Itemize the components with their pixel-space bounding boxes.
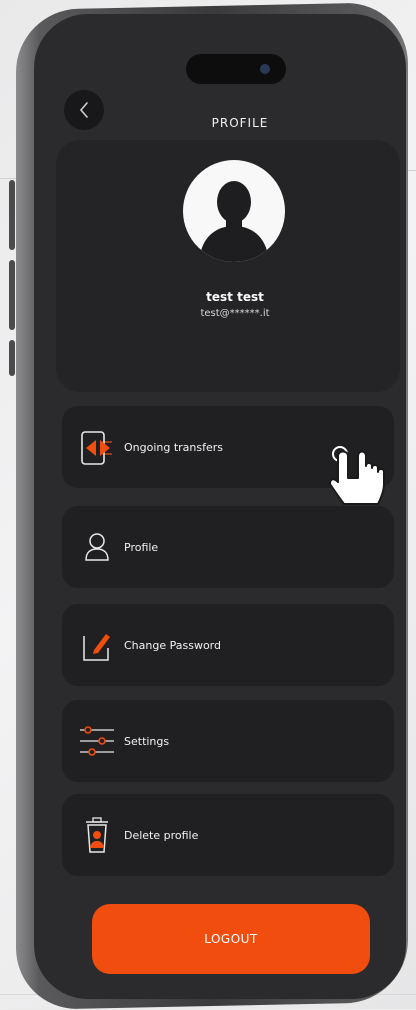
phone-side-button	[9, 180, 15, 250]
back-button[interactable]	[64, 90, 104, 130]
phone-transfer-icon	[81, 431, 112, 465]
page-title: PROFILE	[211, 116, 269, 130]
menu-item-change-password[interactable]: Change Password	[62, 604, 394, 686]
logout-button[interactable]: LOGOUT	[92, 904, 370, 974]
menu-item-label: Delete profile	[124, 828, 199, 842]
menu-item-profile[interactable]: Profile	[62, 506, 394, 588]
sliders-icon	[80, 726, 114, 756]
camera-lens	[260, 64, 270, 74]
chevron-left-icon	[79, 102, 88, 118]
menu-item-delete-profile[interactable]: Delete profile	[62, 794, 394, 876]
menu-item-label: Settings	[124, 734, 170, 748]
edit-pencil-icon	[83, 634, 110, 661]
menu-item-settings[interactable]: Settings	[62, 700, 394, 782]
menu-item-label: Profile	[124, 540, 159, 554]
dynamic-island	[186, 54, 286, 84]
user-name: test test	[206, 290, 264, 304]
tap-hand-icon	[329, 446, 385, 505]
user-silhouette-icon	[199, 181, 269, 262]
avatar[interactable]	[183, 160, 285, 262]
menu-item-label: Change Password	[124, 638, 221, 652]
user-outline-icon	[85, 533, 109, 561]
menu-item-label: Ongoing transfers	[124, 440, 224, 454]
trash-user-icon	[86, 817, 108, 853]
phone-side-button	[9, 340, 15, 376]
user-email: test@******.it	[200, 308, 270, 319]
phone-side-button	[9, 260, 15, 330]
